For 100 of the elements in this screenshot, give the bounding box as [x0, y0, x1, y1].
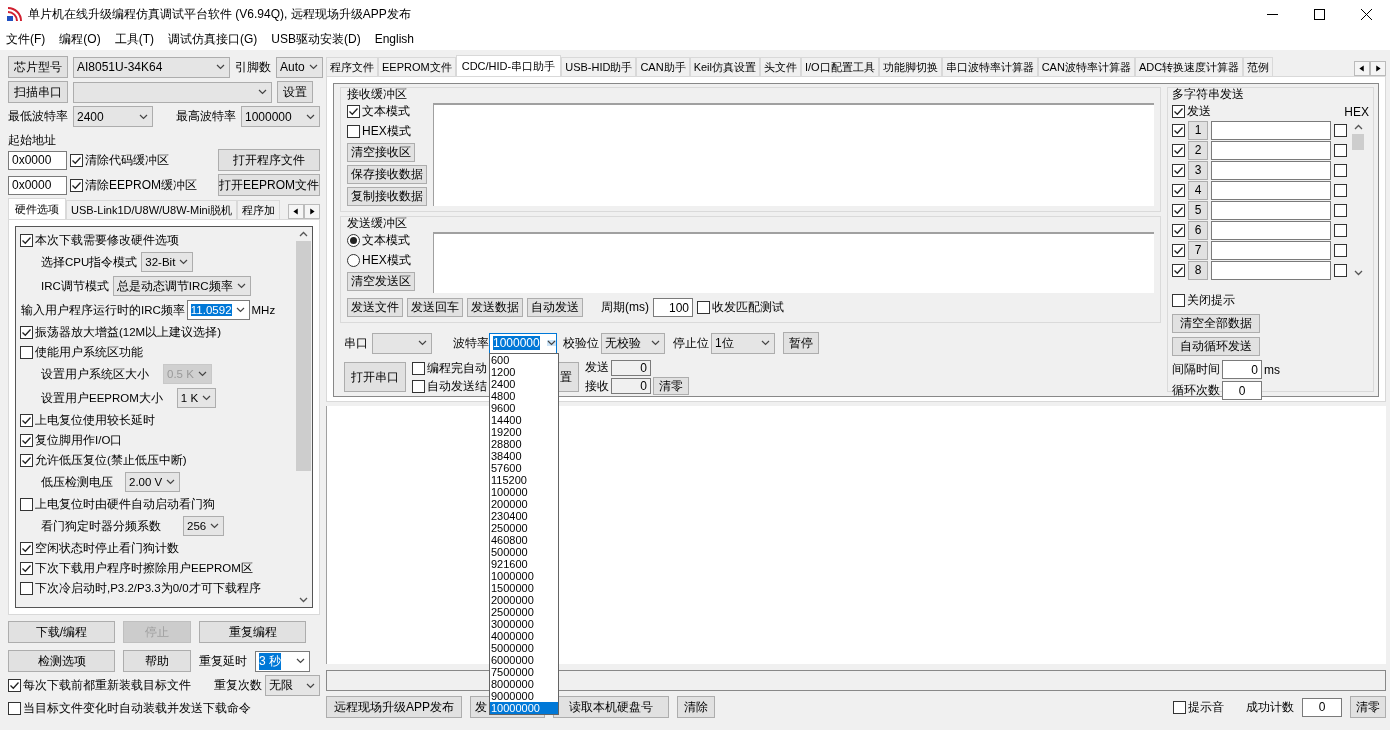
list-item[interactable]: 2000000 [490, 593, 558, 606]
list-item[interactable]: 6000000 [490, 653, 558, 666]
list-item[interactable]: 4800 [490, 389, 558, 402]
tab[interactable]: I/O口配置工具 [801, 57, 879, 76]
checkbox[interactable] [1334, 263, 1347, 277]
dropdown[interactable]: 11.0592 [186, 300, 250, 320]
list-item[interactable]: 5000000 [490, 641, 558, 654]
radio-button[interactable] [347, 234, 360, 247]
text-area[interactable] [433, 232, 1154, 293]
tab[interactable]: 硬件选项 [8, 198, 66, 219]
list-item[interactable]: 9600 [490, 401, 558, 414]
menu-item[interactable]: 文件(F) [6, 30, 46, 48]
checkbox[interactable] [70, 153, 83, 167]
checkbox[interactable] [20, 233, 33, 247]
checkbox[interactable] [1334, 223, 1347, 237]
checkbox[interactable] [412, 361, 425, 375]
list-item[interactable]: 19200 [490, 425, 558, 438]
button[interactable]: 4 [1188, 180, 1208, 200]
tab[interactable]: 头文件 [760, 57, 801, 76]
list-item[interactable]: 38400 [490, 449, 558, 462]
button[interactable]: 8 [1188, 260, 1208, 280]
button[interactable]: 暂停 [783, 332, 819, 354]
tab[interactable]: 程序加 [237, 200, 281, 219]
checkbox[interactable] [1172, 243, 1185, 257]
dropdown[interactable]: 无限 [265, 675, 320, 696]
string-field[interactable] [1211, 220, 1331, 240]
tab[interactable]: 串口波特率计算器 [941, 57, 1038, 76]
list-item[interactable]: 8000000 [490, 677, 558, 690]
checkbox[interactable] [20, 497, 33, 511]
button[interactable]: 发送数据 [467, 298, 523, 317]
checkbox[interactable] [1334, 123, 1347, 137]
button[interactable]: 发送回车 [407, 298, 463, 317]
list-item[interactable]: 600 [490, 353, 558, 366]
checkbox[interactable] [347, 105, 360, 118]
period-field[interactable]: 100 [653, 298, 693, 317]
scroll-thumb[interactable] [296, 241, 311, 471]
string-field[interactable] [1211, 260, 1331, 280]
close-icon[interactable] [1361, 8, 1372, 20]
button[interactable]: 清除 [677, 696, 715, 718]
checkbox[interactable] [1334, 183, 1347, 197]
button[interactable]: 自动循环发送 [1172, 337, 1260, 356]
list-item[interactable]: 1200 [490, 365, 558, 378]
dropdown[interactable]: 256 [183, 516, 225, 536]
button[interactable]: 6 [1188, 220, 1208, 240]
button[interactable]: 清空发送区 [347, 272, 415, 291]
button[interactable]: 清零 [653, 377, 689, 395]
checkbox[interactable] [20, 581, 33, 595]
tab[interactable]: EEPROM文件 [378, 57, 456, 76]
menu-item[interactable]: English [374, 32, 414, 46]
list-item[interactable]: 230400 [490, 509, 558, 522]
list-item[interactable]: 1000000 [490, 569, 558, 582]
string-field[interactable] [1211, 180, 1331, 200]
button[interactable]: 复制接收数据 [347, 187, 427, 206]
checkbox[interactable] [70, 178, 83, 192]
button[interactable]: 保存接收数据 [347, 165, 427, 184]
button[interactable]: 帮助 [123, 650, 191, 672]
checkbox[interactable] [8, 702, 21, 715]
checkbox[interactable] [697, 301, 710, 314]
tab[interactable]: USB-Link1D/U8W/U8W-Mini脱机 [66, 200, 238, 219]
dropdown[interactable]: AI8051U-34K64 [73, 56, 230, 78]
list-item[interactable]: 250000 [490, 521, 558, 534]
button[interactable]: 下载/编程 [8, 621, 115, 643]
menu-item[interactable]: USB驱动安装(D) [271, 30, 361, 48]
checkbox[interactable] [20, 433, 33, 447]
tab[interactable]: ADC转换速度计算器 [1134, 57, 1244, 76]
list-item[interactable]: 2400 [490, 377, 558, 390]
menu-item[interactable]: 编程(O) [59, 30, 101, 48]
list-item[interactable]: 200000 [490, 497, 558, 510]
address-field[interactable]: 0x0000 [8, 150, 67, 170]
button[interactable]: 发送文件 [347, 298, 403, 317]
button[interactable]: 清零 [1350, 696, 1386, 718]
list-item[interactable]: 28800 [490, 437, 558, 450]
address-field[interactable]: 0x0000 [8, 175, 67, 195]
button[interactable]: 自动发送 [527, 298, 583, 317]
menu-item[interactable]: 工具(T) [114, 30, 154, 48]
checkbox[interactable] [20, 453, 33, 467]
checkbox[interactable] [1172, 123, 1185, 137]
checkbox[interactable] [412, 379, 425, 393]
list-item[interactable]: 4000000 [490, 629, 558, 642]
button[interactable]: 清空全部数据 [1172, 314, 1260, 333]
count-field[interactable]: 0 [1302, 697, 1342, 717]
checkbox[interactable] [1334, 143, 1347, 157]
radio-button[interactable] [347, 254, 360, 267]
checkbox[interactable] [8, 679, 21, 692]
string-field[interactable] [1211, 140, 1331, 160]
dropdown[interactable]: 3 秒 [255, 650, 310, 672]
string-field[interactable] [1211, 160, 1331, 180]
checkbox[interactable] [1172, 203, 1185, 217]
counter-field[interactable]: 0 [611, 378, 651, 394]
dropdown[interactable]: 1位 [711, 332, 775, 354]
button[interactable]: 读取本机硬盘号 [553, 696, 669, 718]
checkbox[interactable] [20, 345, 33, 359]
dropdown[interactable]: 1000000 [241, 106, 320, 127]
button[interactable]: 5 [1188, 200, 1208, 220]
checkbox[interactable] [1172, 294, 1185, 307]
button[interactable]: 芯片型号 [8, 56, 68, 78]
list-item[interactable]: 500000 [490, 545, 558, 558]
button[interactable]: 7 [1188, 240, 1208, 260]
tab[interactable]: CAN波特率计算器 [1037, 57, 1135, 76]
button[interactable]: 重复编程 [199, 621, 306, 643]
